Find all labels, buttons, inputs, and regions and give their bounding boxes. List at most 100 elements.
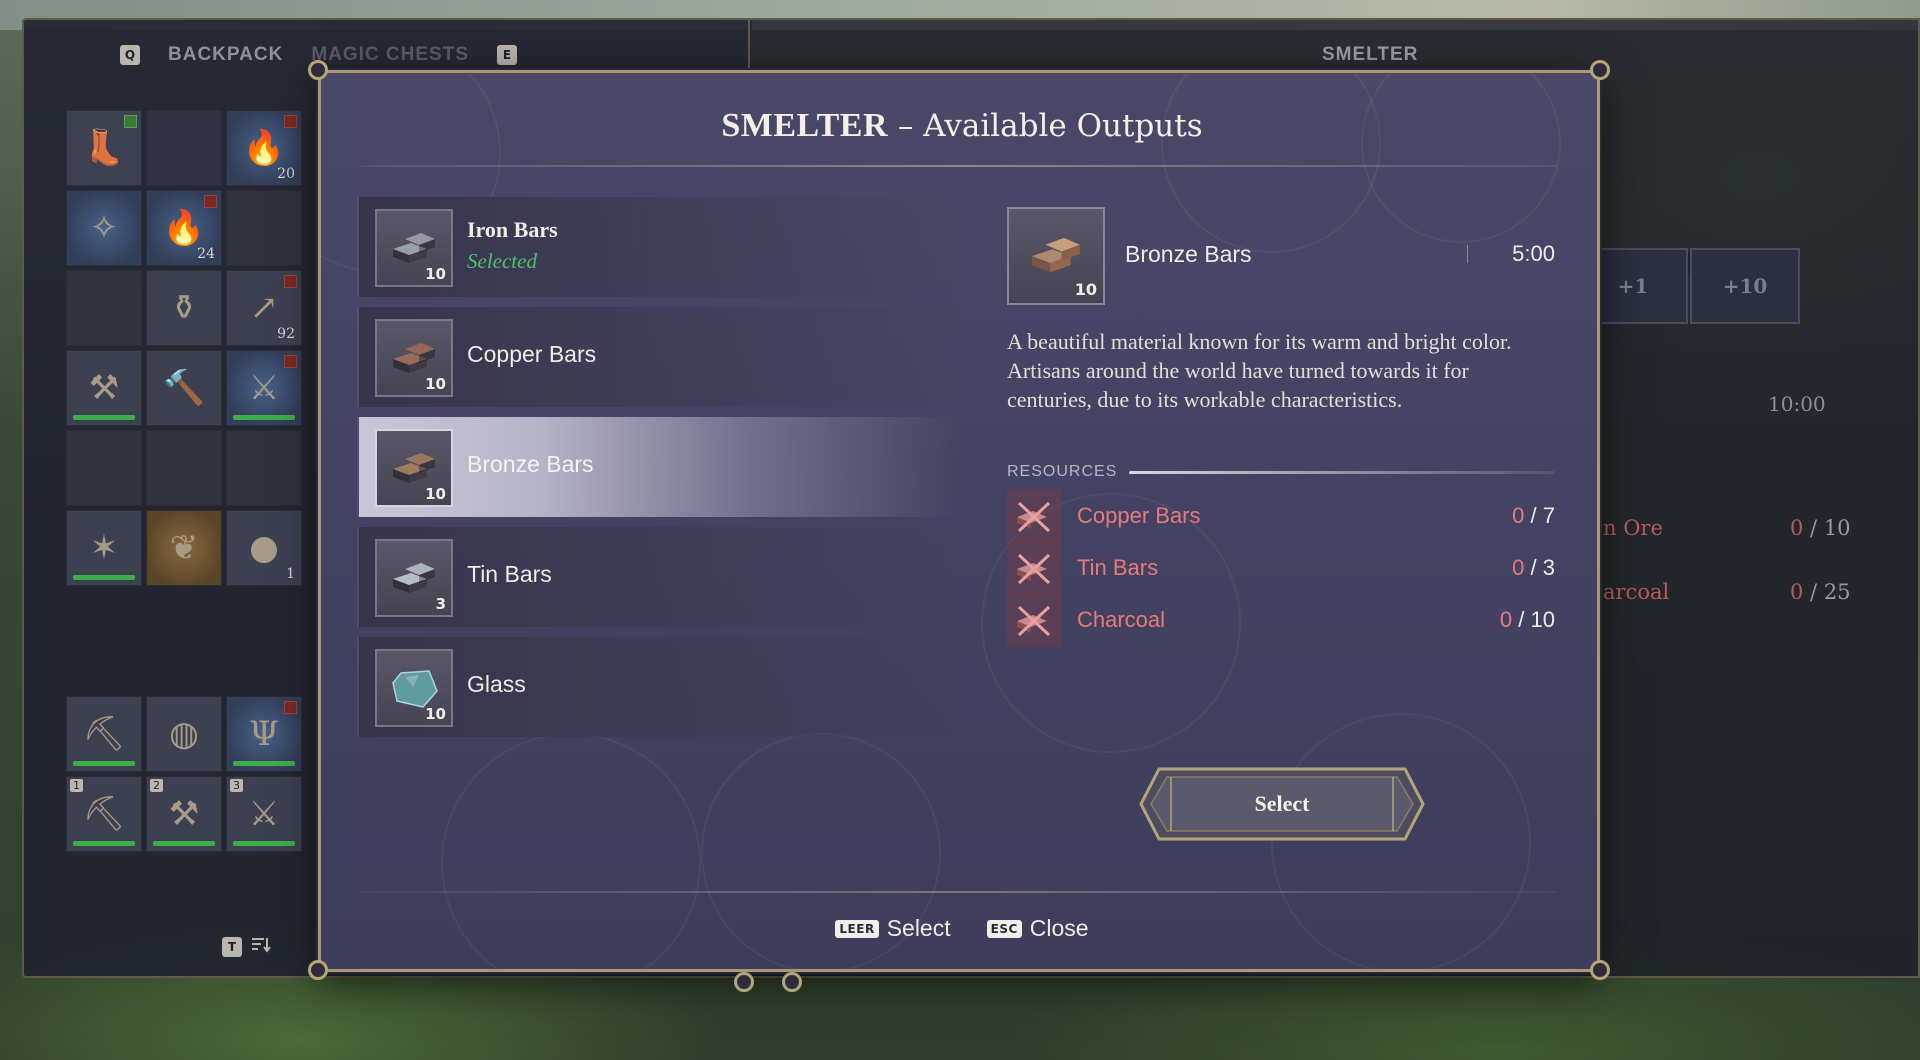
detail-name: Bronze Bars <box>1125 241 1252 267</box>
resource-row: Tin Bars 0 / 3 <box>1007 541 1555 595</box>
inventory-slot[interactable] <box>66 270 142 346</box>
resources-header: RESOURCES <box>1007 463 1555 481</box>
slot-count: 20 <box>277 166 295 182</box>
resources-label: RESOURCES <box>1007 463 1118 480</box>
frame-corner-knob <box>782 972 802 992</box>
glass-icon: 10 <box>375 649 453 727</box>
key-esc-icon: ESC <box>986 919 1022 938</box>
inventory-slot[interactable]: ✶ <box>66 510 142 586</box>
sword-icon: ⚔ <box>248 368 280 408</box>
copper-bars-icon: 10 <box>375 319 453 397</box>
inventory-slot[interactable] <box>66 430 142 506</box>
output-row-iron-bars[interactable]: 10 Iron Bars Selected <box>357 197 957 297</box>
hotbar-slot[interactable]: ◍ <box>146 696 222 772</box>
output-row-copper-bars[interactable]: 10 Copper Bars <box>357 307 957 407</box>
inventory-slot[interactable]: 👢 <box>66 110 142 186</box>
hint-select-label: Select <box>886 915 951 941</box>
sword-icon: ⚔ <box>248 794 280 834</box>
sort-icon[interactable] <box>250 936 272 958</box>
output-row-tin-bars[interactable]: 3 Tin Bars <box>357 527 957 627</box>
resource-name: Tin Bars <box>1077 555 1159 580</box>
inventory-slot[interactable] <box>226 190 302 266</box>
resource-name: Copper Bars <box>1077 503 1201 528</box>
add-ten-button[interactable]: +10 <box>1690 248 1800 324</box>
inventory-slot[interactable]: ⚒ <box>66 350 142 426</box>
detail-description: A beautiful material known for its warm … <box>1007 329 1512 412</box>
detail-count: 10 <box>1074 280 1097 299</box>
axe-icon: ⚒ <box>168 794 200 834</box>
hotbar-slot[interactable]: Ψ <box>226 696 302 772</box>
inventory-slot[interactable]: ⚔ <box>226 350 302 426</box>
copper-bars-icon <box>1007 489 1061 543</box>
inventory-slot[interactable]: ❦ <box>146 510 222 586</box>
detail-time: 5:00 <box>1512 241 1555 266</box>
slot-tag-icon <box>284 701 297 714</box>
output-count: 10 <box>425 705 446 723</box>
slot-tag-icon <box>284 355 297 368</box>
pot-icon: ⚱ <box>169 288 199 328</box>
resource-have: 0 <box>1512 503 1525 528</box>
tin-bars-icon: 3 <box>375 539 453 617</box>
inventory-slot[interactable] <box>146 110 222 186</box>
frame-corner-knob <box>308 60 328 80</box>
inventory-slot[interactable]: ↗ 92 <box>226 270 302 346</box>
durability-bar <box>73 761 135 766</box>
pickaxe-icon: ⛏ <box>82 714 126 754</box>
inventory-slot[interactable]: ⚱ <box>146 270 222 346</box>
key-leer-icon: LEER <box>835 919 879 938</box>
bg-resource-count: 0 / 25 <box>1790 580 1851 604</box>
resource-need: 7 <box>1542 503 1555 528</box>
resource-count: 0 / 7 <box>1512 503 1555 528</box>
inventory-slot[interactable]: ✧ <box>66 190 142 266</box>
inventory-slot[interactable] <box>146 430 222 506</box>
tab-backpack[interactable]: BACKPACK <box>168 44 283 66</box>
slot-tag-icon <box>284 115 297 128</box>
inventory-grid: 👢 🔥 20 ✧ 🔥 24 ⚱ ↗ 92 ⚒ 🔨 ⚔ ✶ ❦ ● 1 <box>66 110 302 586</box>
hotbar-slot[interactable]: ⛏ 1 <box>66 776 142 852</box>
inventory-slot[interactable] <box>226 430 302 506</box>
durability-bar <box>73 415 135 420</box>
slot-count: 24 <box>197 246 215 262</box>
inventory-footer: T <box>222 936 272 958</box>
output-row-bronze-bars[interactable]: 10 Bronze Bars <box>357 417 957 517</box>
select-button[interactable]: Select <box>1137 765 1427 843</box>
bg-resource-name: arcoal <box>1603 580 1670 604</box>
output-name: Iron Bars <box>467 217 558 242</box>
inventory-slot[interactable]: ● 1 <box>226 510 302 586</box>
inventory-slot[interactable]: 🔥 20 <box>226 110 302 186</box>
hotbar-number: 1 <box>70 779 83 792</box>
resource-need: 3 <box>1542 555 1555 580</box>
spear-icon: ↗ <box>249 288 279 328</box>
hotbar-slot[interactable]: ⚒ 2 <box>146 776 222 852</box>
tab-magic-chests[interactable]: MAGIC CHESTS <box>311 44 469 66</box>
resource-count: 0 / 10 <box>1499 607 1555 632</box>
mace-icon: ✶ <box>89 528 119 568</box>
bronze-bars-icon: 10 <box>375 429 453 507</box>
inventory-slot[interactable]: 🔨 <box>146 350 222 426</box>
fire-icon: 🔥 <box>242 128 286 168</box>
hotbar-slot[interactable]: ⛏ <box>66 696 142 772</box>
hotbar-number: 2 <box>150 779 163 792</box>
smelt-time: 10:00 <box>1768 392 1826 416</box>
slot-count: 1 <box>286 566 295 582</box>
output-row-glass[interactable]: 10 Glass <box>357 637 957 737</box>
inventory-slot[interactable]: 🔥 24 <box>146 190 222 266</box>
wings-icon: ❦ <box>169 528 199 568</box>
output-name: Bronze Bars <box>467 451 594 477</box>
bronze-bars-icon: 10 <box>1007 207 1105 305</box>
durability-bar <box>233 415 295 420</box>
pickaxe-icon: ⛏ <box>82 794 126 834</box>
slot-tag-icon <box>284 275 297 288</box>
resource-row: Charcoal 0 / 10 <box>1007 593 1555 647</box>
output-count: 3 <box>435 595 446 613</box>
hint-select[interactable]: LEER Select <box>835 915 951 942</box>
durability-bar <box>233 841 295 846</box>
hint-close[interactable]: ESC Close <box>986 915 1089 942</box>
slot-count: 92 <box>277 326 295 342</box>
output-count: 10 <box>425 375 446 393</box>
resource-name: Charcoal <box>1077 607 1166 632</box>
frame-corner-knob <box>1590 960 1610 980</box>
resource-count: 0 / 3 <box>1512 555 1555 580</box>
hotbar-slot[interactable]: ⚔ 3 <box>226 776 302 852</box>
output-list: 10 Iron Bars Selected 10 Copper Bars 10 Bronze… <box>357 197 957 747</box>
